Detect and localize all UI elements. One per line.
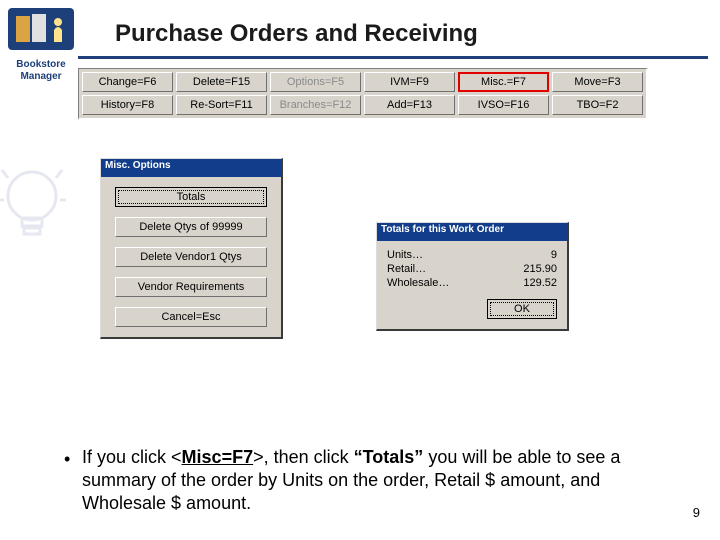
logo-text-line2: Manager xyxy=(6,71,76,82)
toolbar-button-history-f8[interactable]: History=F8 xyxy=(82,95,173,115)
misc-options-titlebar: Misc. Options xyxy=(101,159,281,177)
toolbar-button-ivm-f9[interactable]: IVM=F9 xyxy=(364,72,455,92)
toolbar-button-re-sort-f11[interactable]: Re-Sort=F11 xyxy=(176,95,267,115)
toolbar-button-delete-f15[interactable]: Delete=F15 xyxy=(176,72,267,92)
page-number: 9 xyxy=(693,505,700,520)
totals-window-titlebar: Totals for this Work Order xyxy=(377,223,567,241)
totals-row-units: Units… 9 xyxy=(387,249,557,261)
totals-row-value: 9 xyxy=(507,249,557,261)
totals-window: Totals for this Work Order Units… 9 Retail… xyxy=(376,222,569,331)
bullet-shortcut: Misc=F7 xyxy=(182,447,254,467)
totals-row-label: Units… xyxy=(387,249,423,261)
totals-row-value: 129.52 xyxy=(507,277,557,289)
bullet-text-2: >, then click xyxy=(253,447,354,467)
totals-row-label: Wholesale… xyxy=(387,277,449,289)
misc-button-cancel-esc[interactable]: Cancel=Esc xyxy=(115,307,267,327)
slide-bullet: • If you click <Misc=F7>, then click “To… xyxy=(82,446,682,515)
totals-ok-button[interactable]: OK xyxy=(487,299,557,319)
toolbar-button-move-f3[interactable]: Move=F3 xyxy=(552,72,643,92)
misc-options-window: Misc. Options Totals Delete Qtys of 99999… xyxy=(100,158,283,339)
toolbar-button-add-f13[interactable]: Add=F13 xyxy=(364,95,455,115)
po-toolbar: Change=F6Delete=F15Options=F5IVM=F9Misc.… xyxy=(78,68,648,120)
totals-row-wholesale: Wholesale… 129.52 xyxy=(387,277,557,289)
toolbar-button-branches-f12[interactable]: Branches=F12 xyxy=(270,95,361,115)
bullet-marker: • xyxy=(64,448,70,471)
logo-text-line1: Bookstore xyxy=(16,59,65,70)
misc-button-vendor-requirements[interactable]: Vendor Requirements xyxy=(115,277,267,297)
bookstore-manager-logo: Bookstore Manager xyxy=(6,6,76,80)
misc-button-totals[interactable]: Totals xyxy=(115,187,267,207)
totals-row-label: Retail… xyxy=(387,263,426,275)
bullet-quoted: “Totals” xyxy=(354,447,424,467)
toolbar-button-tbo-f2[interactable]: TBO=F2 xyxy=(552,95,643,115)
toolbar-button-change-f6[interactable]: Change=F6 xyxy=(82,72,173,92)
background-lightbulb-icon xyxy=(0,160,66,260)
title-divider xyxy=(78,56,708,59)
toolbar-button-ivso-f16[interactable]: IVSO=F16 xyxy=(458,95,549,115)
logo-icon xyxy=(6,6,76,52)
slide-title: Purchase Orders and Receiving xyxy=(115,20,478,48)
totals-row-retail: Retail… 215.90 xyxy=(387,263,557,275)
totals-row-value: 215.90 xyxy=(507,263,557,275)
toolbar-button-options-f5[interactable]: Options=F5 xyxy=(270,72,361,92)
misc-button-delete-qtys-of-99999[interactable]: Delete Qtys of 99999 xyxy=(115,217,267,237)
toolbar-button-misc-f7[interactable]: Misc.=F7 xyxy=(458,72,549,92)
misc-button-delete-vendor1-qtys[interactable]: Delete Vendor1 Qtys xyxy=(115,247,267,267)
bullet-text-1: If you click < xyxy=(82,447,182,467)
